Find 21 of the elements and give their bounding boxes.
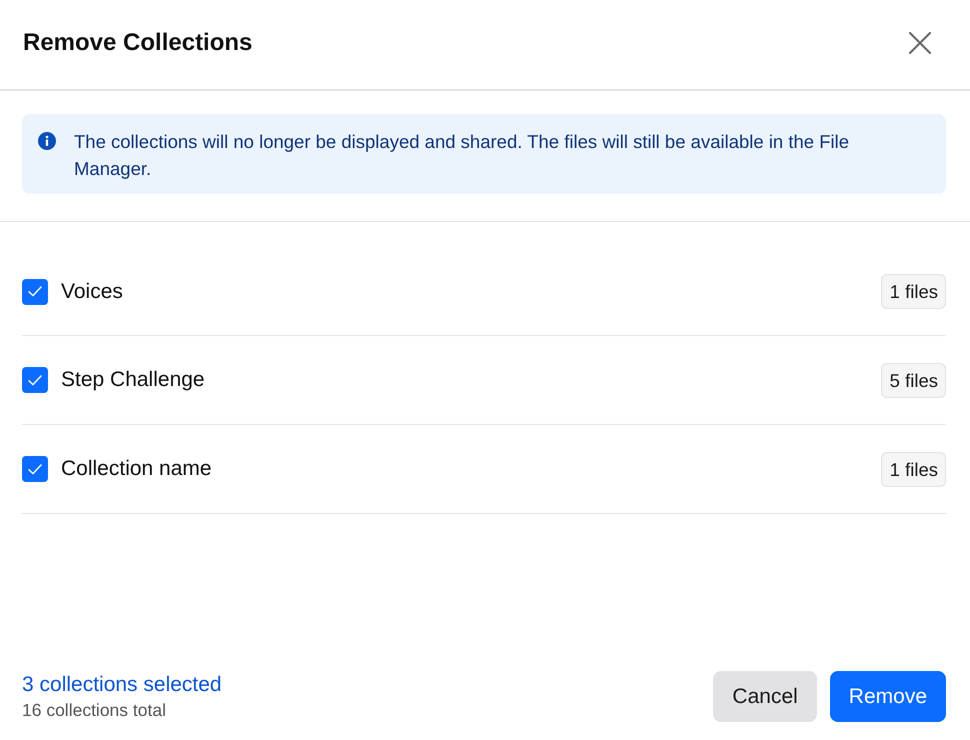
file-count-badge: 1 files bbox=[880, 274, 946, 309]
dialog-title: Remove Collections bbox=[23, 28, 252, 56]
check-icon bbox=[28, 286, 42, 297]
close-icon bbox=[909, 32, 931, 54]
collection-name: Collection name bbox=[61, 457, 212, 481]
cancel-button[interactable]: Cancel bbox=[713, 671, 817, 722]
collection-name: Voices bbox=[61, 280, 123, 304]
file-count-badge: 1 files bbox=[880, 452, 946, 486]
checkbox[interactable] bbox=[22, 456, 48, 482]
info-icon bbox=[38, 132, 56, 150]
selected-count: 3 collections selected bbox=[22, 672, 222, 697]
file-count-badge: 5 files bbox=[880, 362, 946, 398]
check-icon bbox=[28, 374, 42, 386]
info-message: The collections will no longer be displayed and shared. The files will still be available in the File Manager. bbox=[74, 130, 850, 181]
checkbox[interactable] bbox=[22, 278, 48, 304]
close-button[interactable] bbox=[908, 30, 932, 54]
check-icon bbox=[28, 464, 42, 474]
remove-button[interactable]: Remove bbox=[830, 671, 946, 722]
collection-name: Step Challenge bbox=[61, 368, 205, 392]
checkbox[interactable] bbox=[22, 367, 48, 393]
total-count: 16 collections total bbox=[22, 699, 167, 721]
